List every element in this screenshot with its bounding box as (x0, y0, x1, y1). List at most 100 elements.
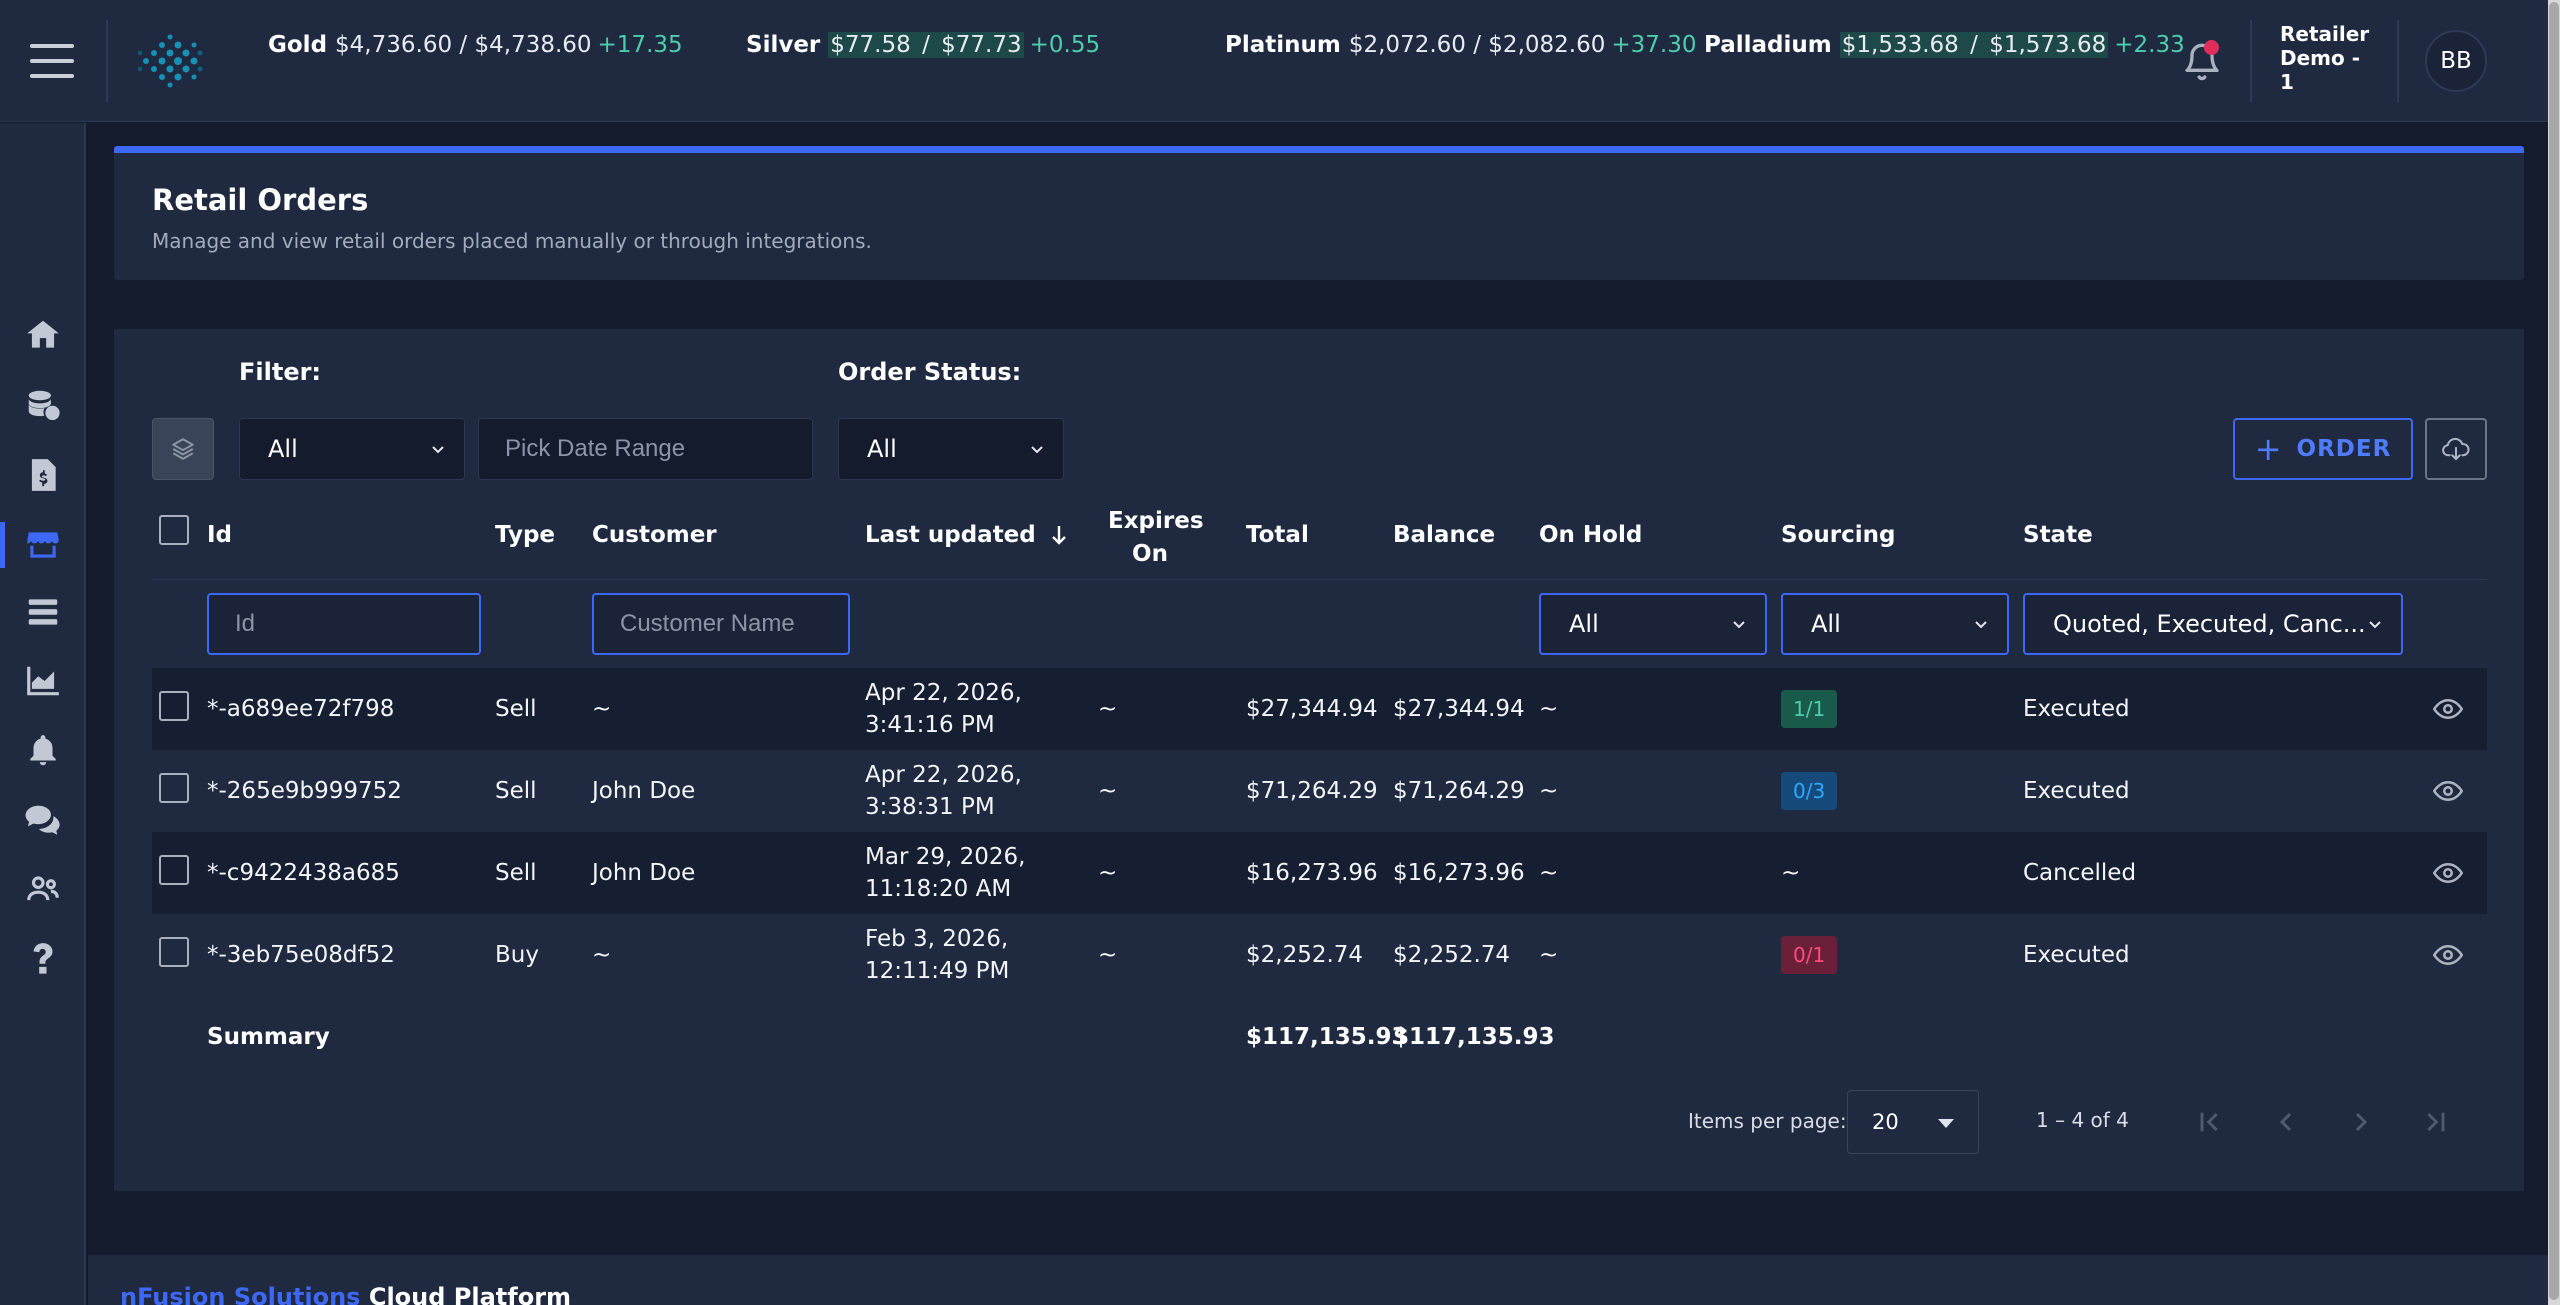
sidebar-item-invoices[interactable] (0, 444, 86, 506)
sidebar-item-notifications[interactable] (0, 720, 86, 782)
sort-arrow-down-icon (1051, 526, 1066, 545)
filter-select-value: All (268, 435, 298, 463)
row-checkbox[interactable] (159, 855, 189, 885)
bid-price: $1,533.68 (1839, 32, 1961, 58)
row-checkbox[interactable] (159, 773, 189, 803)
row-checkbox[interactable] (159, 691, 189, 721)
add-order-button[interactable]: + ORDER (2233, 418, 2413, 480)
order-type: Buy (495, 942, 539, 968)
bid-price: $2,072.60 (1348, 32, 1466, 58)
menu-icon[interactable] (30, 44, 74, 78)
sidebar-item-retail-orders[interactable] (0, 514, 86, 576)
eye-icon[interactable] (2433, 940, 2463, 970)
summary-label: Summary (207, 1024, 330, 1050)
on-hold-value: ~ (1539, 696, 1559, 722)
chart-icon (27, 666, 59, 696)
sourcing-badge: 0/3 (1781, 772, 1838, 810)
last-updated-time: 3:41:16 PM (865, 712, 995, 738)
bell-icon (30, 735, 56, 766)
scrollbar-thumb[interactable] (2549, 2, 2559, 1300)
last-updated-date: Mar 29, 2026, (865, 844, 1026, 870)
sourcing-filter-select[interactable]: All (1781, 593, 2009, 655)
balance-value: $27,344.94 (1393, 696, 1525, 722)
filter-select[interactable]: All (239, 418, 465, 480)
download-button[interactable] (2425, 418, 2487, 480)
column-header-state[interactable]: State (2023, 522, 2093, 548)
column-header-on-hold[interactable]: On Hold (1539, 522, 1642, 548)
column-header-id[interactable]: Id (207, 522, 232, 548)
row-checkbox[interactable] (159, 937, 189, 967)
help-icon (33, 943, 53, 974)
eye-icon[interactable] (2433, 858, 2463, 888)
column-header-customer[interactable]: Customer (592, 522, 717, 548)
column-header-type[interactable]: Type (495, 522, 555, 548)
users-icon (27, 876, 59, 901)
layers-icon (172, 438, 194, 460)
caret-down-icon (1938, 1119, 1954, 1128)
user-name[interactable]: Retailer Demo - 1 (2280, 22, 2380, 94)
price-change: +2.33 (2114, 32, 2185, 58)
page-range: 1 – 4 of 4 (2036, 1108, 2129, 1132)
price-separator: / (1465, 32, 1489, 58)
total-value: $16,273.96 (1246, 860, 1378, 886)
order-id[interactable]: *-c9422438a685 (207, 860, 400, 886)
column-header-balance[interactable]: Balance (1393, 522, 1495, 548)
ask-price: $77.73 (939, 32, 1024, 58)
id-filter-input[interactable] (207, 593, 481, 655)
first-page-icon[interactable] (2194, 1106, 2226, 1138)
sidebar-item-help[interactable] (0, 928, 86, 990)
footer-brand-link[interactable]: nFusion Solutions (120, 1283, 360, 1305)
next-page-icon[interactable] (2345, 1106, 2377, 1138)
state-filter-select[interactable]: Quoted, Executed, Canc... (2023, 593, 2403, 655)
customer-name: John Doe (592, 860, 696, 886)
price-separator: / (1960, 32, 1988, 58)
on-hold-filter-select[interactable]: All (1539, 593, 1767, 655)
eye-icon[interactable] (2433, 694, 2463, 724)
customer-name: ~ (592, 696, 612, 722)
sidebar-item-home[interactable] (0, 304, 86, 366)
avatar[interactable]: BB (2425, 30, 2487, 92)
sidebar-item-messages[interactable] (0, 789, 86, 851)
page-subtitle: Manage and view retail orders placed man… (152, 229, 872, 253)
order-type: Sell (495, 860, 537, 886)
sidebar-item-list[interactable] (0, 581, 86, 643)
sourcing-filter-value: All (1811, 610, 1841, 638)
order-type: Sell (495, 696, 537, 722)
order-id[interactable]: *-3eb75e08df52 (207, 942, 395, 968)
column-header-last-updated[interactable]: Last updated (865, 522, 1068, 548)
sourcing-value: ~ (1781, 860, 1801, 886)
order-status-label: Order Status: (838, 358, 1022, 386)
page-title: Retail Orders (152, 183, 369, 217)
last-updated-date: Feb 3, 2026, (865, 926, 1009, 952)
column-header-expires-on[interactable]: Expires On (1108, 505, 1204, 571)
customer-filter-input[interactable] (592, 593, 850, 655)
order-id[interactable]: *-265e9b999752 (207, 778, 402, 804)
last-updated-time: 12:11:49 PM (865, 958, 1010, 984)
ticker-gold: Gold $4,736.60 / $4,738.60 +17.35 (268, 30, 683, 60)
list-icon (28, 599, 58, 625)
page-size-select[interactable]: 20 (1847, 1090, 1979, 1154)
store-icon (27, 532, 59, 558)
column-header-sourcing[interactable]: Sourcing (1781, 522, 1895, 548)
order-status-select[interactable]: All (838, 418, 1064, 480)
previous-page-icon[interactable] (2270, 1106, 2302, 1138)
summary-balance: $117,135.93 (1393, 1024, 1555, 1050)
sidebar-item-reports[interactable] (0, 650, 86, 712)
select-all-checkbox[interactable] (159, 515, 189, 545)
add-order-label: ORDER (2296, 436, 2392, 462)
footer-platform-label: Cloud Platform (360, 1283, 572, 1305)
state-filter-value: Quoted, Executed, Canc... (2053, 610, 2366, 638)
sidebar-item-coins[interactable] (0, 374, 86, 436)
order-type: Sell (495, 778, 537, 804)
sidebar-item-users[interactable] (0, 858, 86, 920)
last-page-icon[interactable] (2419, 1106, 2451, 1138)
column-header-total[interactable]: Total (1246, 522, 1309, 548)
order-id[interactable]: *-a689ee72f798 (207, 696, 394, 722)
date-range-input[interactable] (478, 418, 813, 480)
eye-icon[interactable] (2433, 776, 2463, 806)
on-hold-filter-value: All (1569, 610, 1599, 638)
toggle-layers-button[interactable] (152, 418, 214, 480)
bid-price: $4,736.60 (335, 32, 453, 58)
customer-name: John Doe (592, 778, 696, 804)
expires-on: ~ (1098, 942, 1118, 968)
